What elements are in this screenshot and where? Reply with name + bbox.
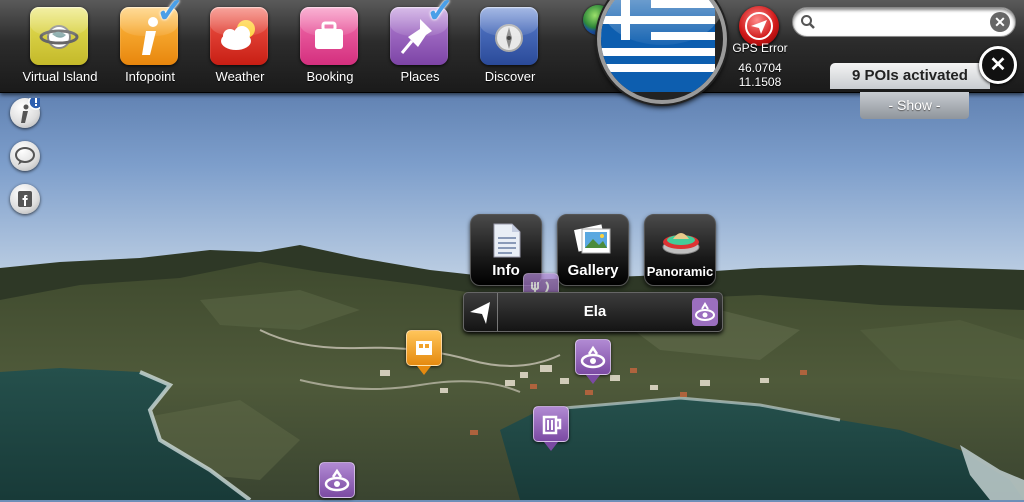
search-icon	[801, 15, 815, 29]
gps-compass-icon	[739, 6, 779, 46]
gps-button[interactable]	[735, 6, 785, 46]
clear-search-button[interactable]: ✕	[990, 12, 1010, 32]
discover-button[interactable]: Discover	[470, 5, 550, 89]
sightseeing-eye-icon	[324, 468, 350, 492]
checkmark-icon: ✓	[156, 0, 185, 30]
info-icon	[21, 94, 44, 123]
poi-count-label: 9 POIs activated	[830, 63, 990, 89]
infopoint-button[interactable]: ✓ Infopoint	[110, 0, 190, 89]
booking-label: Booking	[306, 69, 354, 84]
marker-tail	[417, 366, 431, 375]
hotel-icon	[416, 341, 432, 355]
checkmark-icon: ✓	[426, 0, 455, 30]
navigation-arrow-icon	[470, 302, 490, 324]
globe-ring-icon	[30, 7, 88, 65]
poi-name: Ela	[583, 303, 607, 320]
compass-icon	[480, 7, 538, 65]
virtual-island-button[interactable]: Virtual Island	[20, 5, 100, 89]
marker-tail	[544, 442, 558, 451]
popup-panoramic-label: Panoramic	[646, 264, 714, 279]
popup-panoramic-button[interactable]: Panoramic	[644, 214, 716, 286]
booking-button[interactable]: Booking	[290, 5, 370, 89]
weather-button[interactable]: Weather	[200, 5, 280, 89]
side-facebook-button[interactable]	[10, 184, 40, 214]
discover-label: Discover	[484, 69, 536, 84]
infopoint-label: Infopoint	[125, 69, 175, 84]
poi-marker-sightseeing[interactable]	[575, 339, 611, 375]
poi-marker-bar[interactable]	[533, 406, 569, 442]
sightseeing-eye-icon	[580, 345, 606, 369]
virtual-island-label: Virtual Island	[22, 69, 98, 84]
marker-tail	[586, 375, 600, 384]
places-button[interactable]: ✓ Places	[380, 0, 460, 89]
close-poi-button[interactable]: ✕	[979, 46, 1017, 84]
gps-status-label: GPS Error	[732, 41, 788, 55]
gps-longitude: 11.1508	[738, 75, 782, 89]
side-chat-button[interactable]	[10, 141, 40, 171]
greece-flag-button[interactable]	[597, 0, 727, 104]
search-input[interactable]	[819, 12, 983, 34]
suitcase-icon	[300, 7, 358, 65]
facebook-icon	[18, 191, 32, 207]
beer-mug-icon	[542, 415, 562, 435]
poi-name-bar[interactable]: Ela	[463, 292, 723, 332]
weather-label: Weather	[215, 69, 265, 84]
navigate-button[interactable]	[464, 293, 498, 331]
photo-gallery-icon	[574, 224, 611, 254]
show-pois-button[interactable]: - Show -	[860, 92, 969, 119]
side-info-button[interactable]	[10, 94, 44, 128]
document-icon	[493, 223, 521, 258]
popup-gallery-label: Gallery	[567, 262, 619, 279]
cloud-sun-icon	[210, 7, 268, 65]
popup-gallery-button[interactable]: Gallery	[557, 214, 629, 286]
gps-latitude: 46.0704	[738, 61, 782, 75]
sightseeing-eye-icon	[695, 302, 715, 321]
poi-marker-hotel[interactable]	[406, 330, 442, 366]
chat-bubble-icon	[15, 147, 35, 165]
places-label: Places	[400, 69, 440, 84]
search-box: ✕	[792, 7, 1016, 37]
poi-category-badge	[692, 298, 718, 326]
poi-marker-sightseeing-2[interactable]	[319, 462, 355, 498]
panorama-icon	[662, 233, 700, 255]
